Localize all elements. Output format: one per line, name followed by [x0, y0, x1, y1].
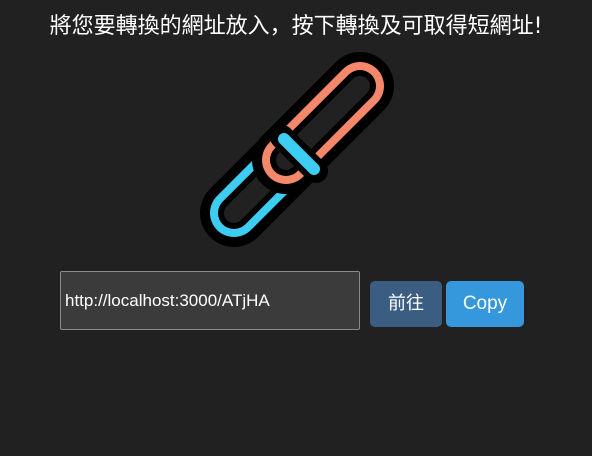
chain-link-icon: [200, 52, 394, 247]
copy-button[interactable]: Copy: [446, 281, 524, 327]
go-button[interactable]: 前往: [370, 281, 442, 327]
page-heading: 將您要轉換的網址放入，按下轉換及可取得短網址!: [49, 14, 543, 39]
short-url-input[interactable]: [60, 271, 360, 330]
